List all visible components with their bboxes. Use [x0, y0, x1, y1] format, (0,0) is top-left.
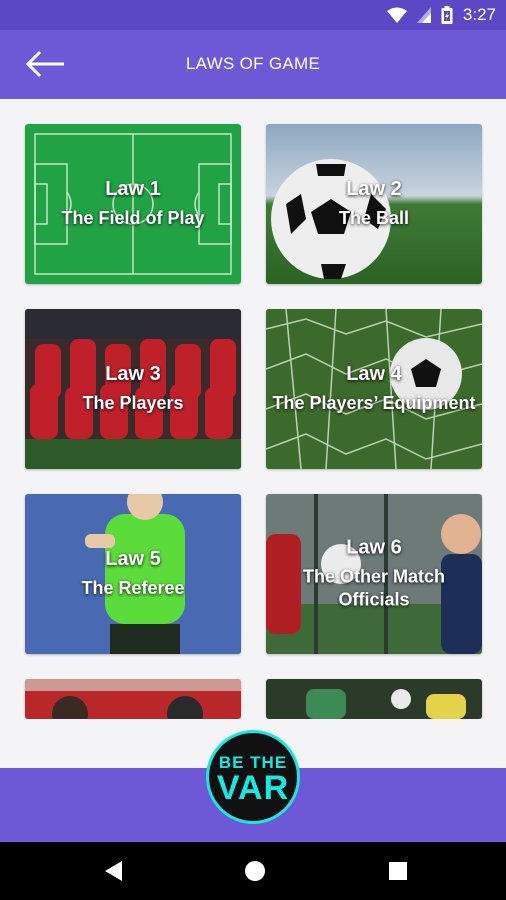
law-number: Law 4 — [346, 363, 402, 385]
law-number: Law 3 — [105, 363, 161, 385]
law-card-3[interactable]: Law 3 The Players — [25, 309, 241, 469]
system-nav-bar — [0, 842, 506, 900]
signal-icon — [416, 7, 431, 23]
law-card-3-text: Law 3 The Players — [25, 363, 241, 415]
laws-grid: Law 1 The Field of Play Law 2 The Ball L… — [0, 99, 506, 719]
law-title: The Players — [82, 393, 184, 413]
law-7-image — [25, 679, 241, 719]
law-card-2[interactable]: Law 2 The Ball — [266, 124, 482, 284]
status-time: 3:27 — [462, 5, 496, 24]
law-number: Law 2 — [346, 178, 402, 200]
law-card-8[interactable] — [266, 679, 482, 719]
law-card-4[interactable]: Law 4 The Players’ Equipment — [266, 309, 482, 469]
law-card-7[interactable] — [25, 679, 241, 719]
law-title: The Field of Play — [61, 208, 205, 228]
recents-square-icon[interactable] — [385, 858, 411, 884]
law-number: Law 5 — [105, 548, 161, 570]
law-card-6-text: Law 6 The Other Match Officials — [266, 537, 482, 612]
law-card-1[interactable]: Law 1 The Field of Play — [25, 124, 241, 284]
law-8-image — [266, 679, 482, 719]
back-triangle-icon[interactable] — [100, 858, 126, 884]
battery-icon — [441, 6, 453, 24]
law-card-5-text: Law 5 The Referee — [25, 548, 241, 600]
law-card-4-text: Law 4 The Players’ Equipment — [266, 363, 482, 415]
law-title: The Other Match Officials — [302, 566, 445, 610]
law-number: Law 6 — [346, 536, 402, 559]
law-card-6[interactable]: Law 6 The Other Match Officials — [266, 494, 482, 654]
law-number: Law 1 — [105, 178, 161, 200]
law-title: The Referee — [81, 578, 185, 598]
home-circle-icon[interactable] — [242, 858, 268, 884]
be-the-var-logo-button[interactable]: BE THE VAR — [206, 730, 300, 824]
wifi-icon — [386, 7, 407, 23]
law-card-5[interactable]: Law 5 The Referee — [25, 494, 241, 654]
app-bar: LAWS OF GAME — [0, 30, 506, 99]
logo-line-2: VAR — [216, 769, 290, 807]
status-icons: 3:27 — [386, 5, 496, 24]
law-card-2-text: Law 2 The Ball — [266, 178, 482, 230]
status-bar: 3:27 — [0, 0, 506, 30]
law-card-1-text: Law 1 The Field of Play — [25, 178, 241, 230]
law-title: The Players’ Equipment — [272, 393, 476, 413]
page-title: LAWS OF GAME — [185, 54, 321, 73]
law-title: The Ball — [338, 208, 409, 228]
